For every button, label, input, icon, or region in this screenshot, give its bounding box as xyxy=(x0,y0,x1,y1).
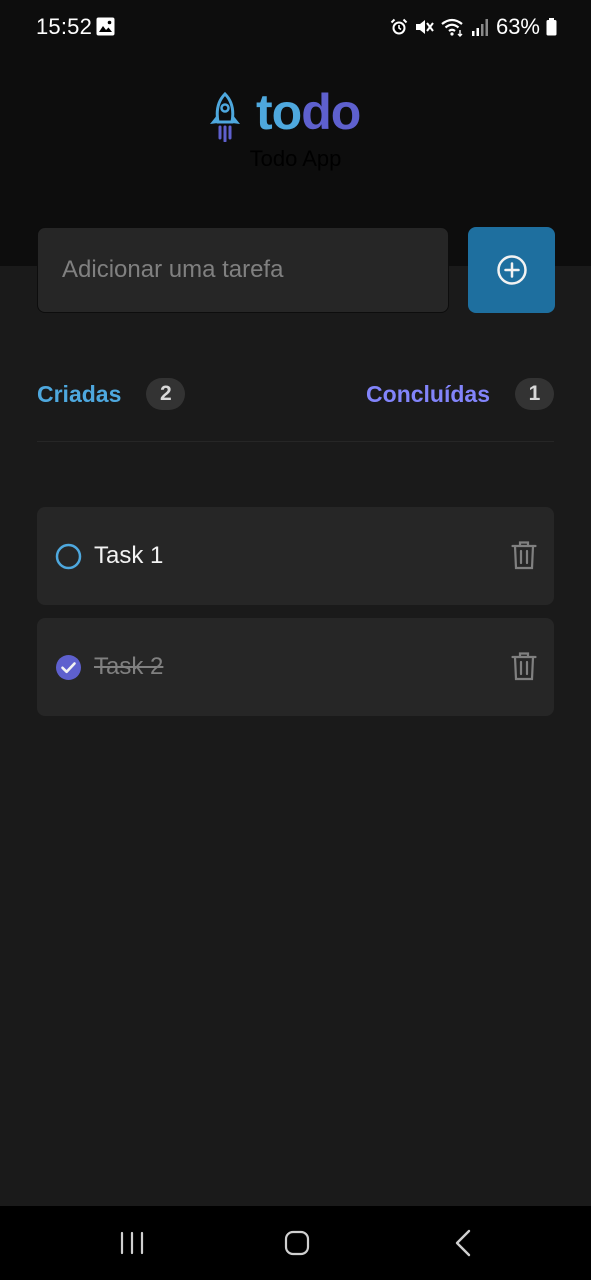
created-count-badge: 2 xyxy=(146,378,186,410)
add-task-button[interactable] xyxy=(468,227,555,313)
navigation-bar xyxy=(0,1206,591,1280)
created-counter: Criadas 2 xyxy=(37,378,186,410)
back-icon[interactable] xyxy=(454,1229,472,1257)
created-label: Criadas xyxy=(37,380,122,407)
logo-letter: t xyxy=(256,84,273,140)
logo-wordmark: todo xyxy=(256,82,362,142)
alarm-icon xyxy=(390,18,408,35)
signal-icon xyxy=(471,19,488,36)
task-list: Task 1 Task 2 xyxy=(37,507,554,729)
task-item: Task 2 xyxy=(37,618,554,716)
home-icon[interactable] xyxy=(284,1230,310,1256)
recents-icon[interactable] xyxy=(119,1231,145,1255)
trash-icon[interactable] xyxy=(511,651,537,681)
logo-letter: d xyxy=(301,84,332,140)
app-subtitle: Todo App xyxy=(249,146,342,171)
mute-icon xyxy=(415,20,434,34)
logo-letter: o xyxy=(330,84,362,140)
wifi-icon xyxy=(441,18,463,37)
logo-letter: o xyxy=(271,84,303,140)
done-count-badge: 1 xyxy=(515,378,554,410)
battery-icon xyxy=(546,18,557,36)
rocket-icon xyxy=(210,92,240,142)
status-icons: 63% xyxy=(390,14,557,40)
done-label: Concluídas xyxy=(366,380,490,407)
task-input[interactable] xyxy=(37,227,449,313)
task-item: Task 1 xyxy=(37,507,554,605)
image-icon xyxy=(96,17,115,36)
status-bar: 15:52 63% xyxy=(0,0,591,56)
plus-circle-icon xyxy=(496,255,527,285)
battery-percent: 63% xyxy=(495,14,540,39)
trash-icon[interactable] xyxy=(511,540,537,570)
checked-circle-icon[interactable] xyxy=(55,654,82,681)
status-time: 15:52 xyxy=(36,14,93,39)
done-counter: Concluídas 1 xyxy=(366,378,554,410)
unchecked-circle-icon[interactable] xyxy=(55,543,82,570)
task-title: Task 1 xyxy=(94,542,164,569)
task-title: Task 2 xyxy=(94,653,164,680)
divider xyxy=(37,441,554,442)
